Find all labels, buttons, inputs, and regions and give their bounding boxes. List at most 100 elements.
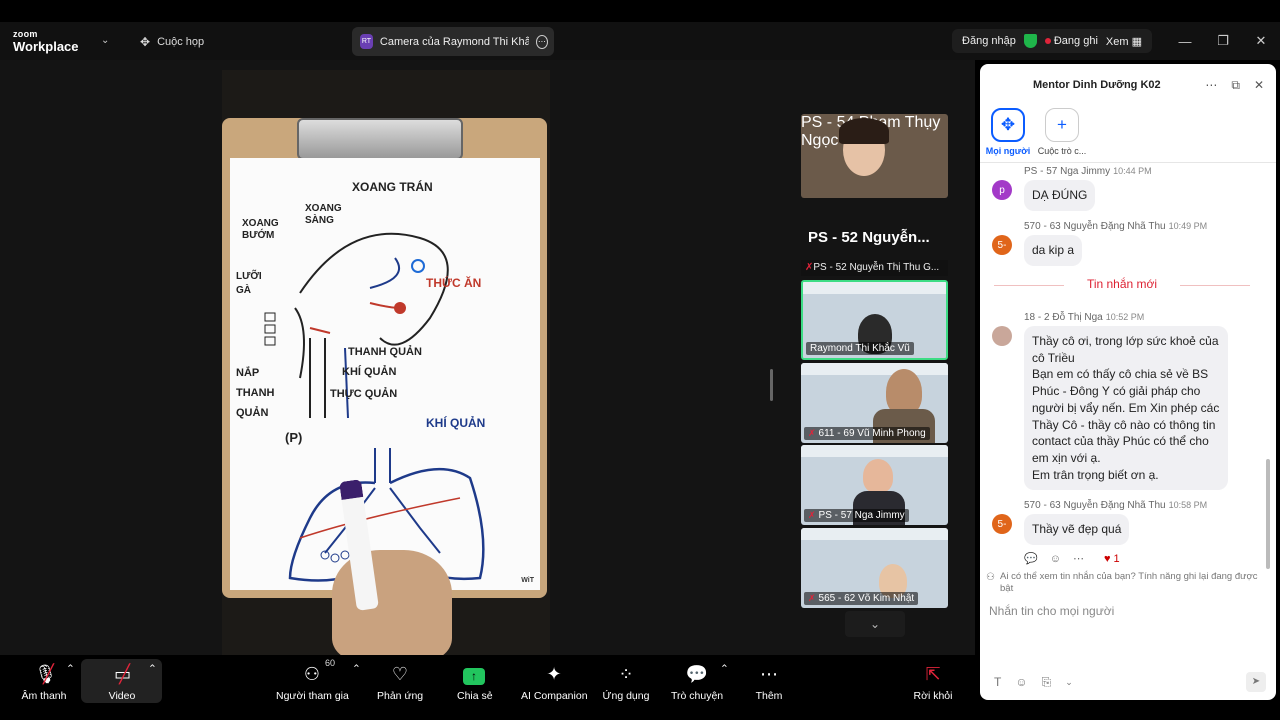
- more-label: Thêm: [755, 690, 783, 702]
- sender-name[interactable]: 570 - 63 Nguyễn Đặng Nhã Thu: [1024, 500, 1166, 511]
- zoom-logo: zoom Workplace: [13, 30, 79, 54]
- recording-notice: ⚇ Ai có thể xem tin nhắn của bạn? Tính n…: [986, 571, 1272, 595]
- drawing-label-thuc-quan: THỰC QUẢN: [330, 388, 398, 400]
- mic-off-icon: ✗: [808, 510, 816, 520]
- participant-tile-5[interactable]: ✗ 565 - 62 Võ Kim Nhật: [801, 528, 948, 608]
- active-tile-header-text: PS - 52 Nguyễn Thị Thu G...: [813, 262, 940, 273]
- participant-tile-1[interactable]: PS - 54 Phạm Thụy Ngọc Hu...: [801, 114, 948, 198]
- reactions-button[interactable]: ♡ Phản ứng: [377, 663, 423, 702]
- audio-button[interactable]: 🎙╱ Âm thanh: [20, 663, 68, 702]
- participant-tile-2[interactable]: Raymond Thi Khắc Vũ: [801, 280, 948, 360]
- leave-label: Rời khỏi: [913, 690, 953, 702]
- message-time: 10:49 PM: [1168, 221, 1208, 231]
- sender-name[interactable]: PS - 57 Nga Jimmy: [1024, 166, 1110, 177]
- more-icon: ⋯: [760, 664, 778, 684]
- drawing-label-nap-thanh-quan: NẮP THANH QUẢN: [236, 367, 275, 419]
- participants-options-icon[interactable]: ⌃: [352, 663, 361, 675]
- chevron-down-icon[interactable]: ⌄: [101, 35, 109, 46]
- message-meta: 570 - 63 Nguyễn Đặng Nhã Thu 10:49 PM: [1024, 221, 1207, 232]
- message-meta: PS - 57 Nga Jimmy 10:44 PM: [1024, 166, 1152, 177]
- participant-count: 60: [325, 658, 336, 668]
- drawing-label-thuc-an: THỨC ĂN: [426, 276, 482, 290]
- mic-off-icon: ✗: [808, 428, 816, 438]
- send-icon[interactable]: ➤: [1246, 672, 1266, 692]
- chat-scrollbar[interactable]: [1266, 459, 1270, 569]
- sender-name[interactable]: 18 - 2 Đỗ Thị Nga: [1024, 312, 1103, 323]
- view-label: Xem: [1105, 35, 1129, 48]
- people-icon: ✥: [991, 108, 1025, 142]
- avatar-letter: 5-: [997, 239, 1007, 251]
- more-icon[interactable]: ⋯: [535, 34, 548, 49]
- message-list[interactable]: p PS - 57 Nga Jimmy 10:44 PM DẠ ĐÚNG 5- 5…: [980, 164, 1276, 570]
- meetings-button[interactable]: ✥ Cuộc họp: [140, 35, 204, 49]
- more-icon[interactable]: ⋯: [1205, 78, 1217, 93]
- participant-name-2: Raymond Thi Khắc Vũ: [806, 342, 914, 355]
- emoji-icon[interactable]: ☺: [1050, 553, 1061, 565]
- participant-tile-3[interactable]: ✗ 611 - 69 Vũ Minh Phong: [801, 363, 948, 443]
- video-off-icon: ▭╱: [114, 664, 132, 684]
- message-meta: 570 - 63 Nguyễn Đặng Nhã Thu 10:58 PM: [1024, 500, 1207, 511]
- restore-icon[interactable]: ❐: [1204, 33, 1242, 49]
- paw-icon: ✥: [140, 35, 151, 49]
- participant-tile-4[interactable]: ✗ PS - 57 Nga Jimmy: [801, 445, 948, 525]
- chat-input[interactable]: Nhắn tin cho mọi người: [989, 604, 1114, 618]
- camera-tab-avatar: RT: [360, 34, 373, 49]
- tab-new-chat[interactable]: + Cuộc trò c...: [1032, 108, 1092, 156]
- close-icon[interactable]: ✕: [1242, 33, 1280, 49]
- chevron-down-icon[interactable]: ⌄: [1065, 677, 1073, 688]
- minimize-icon[interactable]: —: [1166, 34, 1204, 49]
- message-bubble[interactable]: Thầy cô ơi, trong lớp sức khoẻ của cô Tr…: [1024, 326, 1228, 491]
- scroll-down-icon[interactable]: ⌄: [845, 611, 905, 637]
- leave-button[interactable]: ⇱ Rời khỏi: [913, 663, 953, 702]
- apps-button[interactable]: ⁘ Ứng dụng: [602, 663, 650, 702]
- camera-tab[interactable]: RT Camera của Raymond Thi Khắc Vũ ⋯: [352, 27, 554, 56]
- view-button[interactable]: Xem ▦: [1106, 35, 1142, 48]
- emoji-icon[interactable]: ☺: [1015, 675, 1027, 689]
- chat-toolbar: T ☺ ⎘ ⌄ ➤: [994, 672, 1266, 692]
- more-button[interactable]: ⋯ Thêm: [755, 663, 783, 702]
- sender-name[interactable]: 570 - 63 Nguyễn Đặng Nhã Thu: [1024, 221, 1166, 232]
- participant-name-text: 565 - 62 Võ Kim Nhật: [818, 593, 915, 604]
- audio-label: Âm thanh: [21, 690, 67, 702]
- message-bubble[interactable]: da kip a: [1024, 235, 1083, 266]
- participant-name-5: ✗ 565 - 62 Võ Kim Nhật: [804, 592, 919, 605]
- avatar: 5-: [992, 235, 1012, 255]
- tab-everyone[interactable]: ✥ Mọi người: [980, 108, 1038, 156]
- message-time: 10:52 PM: [1105, 312, 1145, 322]
- chat-options-icon[interactable]: ⌃: [720, 663, 729, 675]
- chat-panel: Mentor Dinh Dưỡng K02 ⋯ ⧉ ✕ ✥ Mọi người …: [980, 64, 1276, 700]
- participants-icon: ⚇: [303, 664, 321, 684]
- reply-icon[interactable]: 💬: [1024, 552, 1038, 565]
- close-icon[interactable]: ✕: [1254, 78, 1264, 93]
- share-button[interactable]: ↑ Chia sẻ: [457, 663, 493, 702]
- chat-button[interactable]: 💬 Trò chuyện: [671, 663, 723, 702]
- screenshot-icon[interactable]: ⎘: [1042, 675, 1052, 690]
- chat-header: Mentor Dinh Dưỡng K02 ⋯ ⧉ ✕: [980, 64, 1276, 106]
- drawing-label-khi-quan: KHÍ QUẢN: [342, 366, 397, 378]
- shield-icon[interactable]: [1023, 34, 1037, 48]
- participant-name-text: 611 - 69 Vũ Minh Phong: [818, 428, 926, 439]
- participants-button[interactable]: ⚇ Người tham gia: [276, 663, 349, 702]
- heart-reaction[interactable]: ♥ 1: [1104, 553, 1120, 565]
- audio-options-icon[interactable]: ⌃: [66, 663, 75, 675]
- more-icon[interactable]: ⋯: [1073, 552, 1084, 565]
- drawing-label-thanh-quan: THANH QUẢN: [348, 346, 422, 358]
- signin-button[interactable]: Đăng nhập: [962, 35, 1016, 47]
- recording-label: Đang ghi: [1053, 35, 1098, 47]
- video-button[interactable]: ▭╱ Video: [100, 663, 144, 702]
- slide-header-bar: [801, 528, 948, 540]
- message-time: 10:44 PM: [1113, 166, 1152, 176]
- chat-icon: 💬: [685, 664, 709, 684]
- popout-icon[interactable]: ⧉: [1231, 78, 1240, 93]
- reaction-count: 1: [1113, 552, 1120, 565]
- signin-pill: Đăng nhập Đang ghi Xem ▦: [952, 29, 1152, 53]
- heart-icon: ♡: [391, 664, 409, 684]
- recording-indicator[interactable]: Đang ghi: [1044, 35, 1098, 47]
- message-bubble[interactable]: DẠ ĐÚNG: [1024, 180, 1096, 211]
- video-options-icon[interactable]: ⌃: [148, 663, 157, 675]
- stage-scroll-handle[interactable]: [770, 369, 773, 401]
- chat-label: Trò chuyện: [671, 690, 724, 702]
- ai-companion-button[interactable]: ✦ AI Companion: [521, 663, 588, 702]
- message-bubble[interactable]: Thầy vẽ đẹp quá: [1024, 514, 1130, 545]
- format-icon[interactable]: T: [994, 675, 1001, 689]
